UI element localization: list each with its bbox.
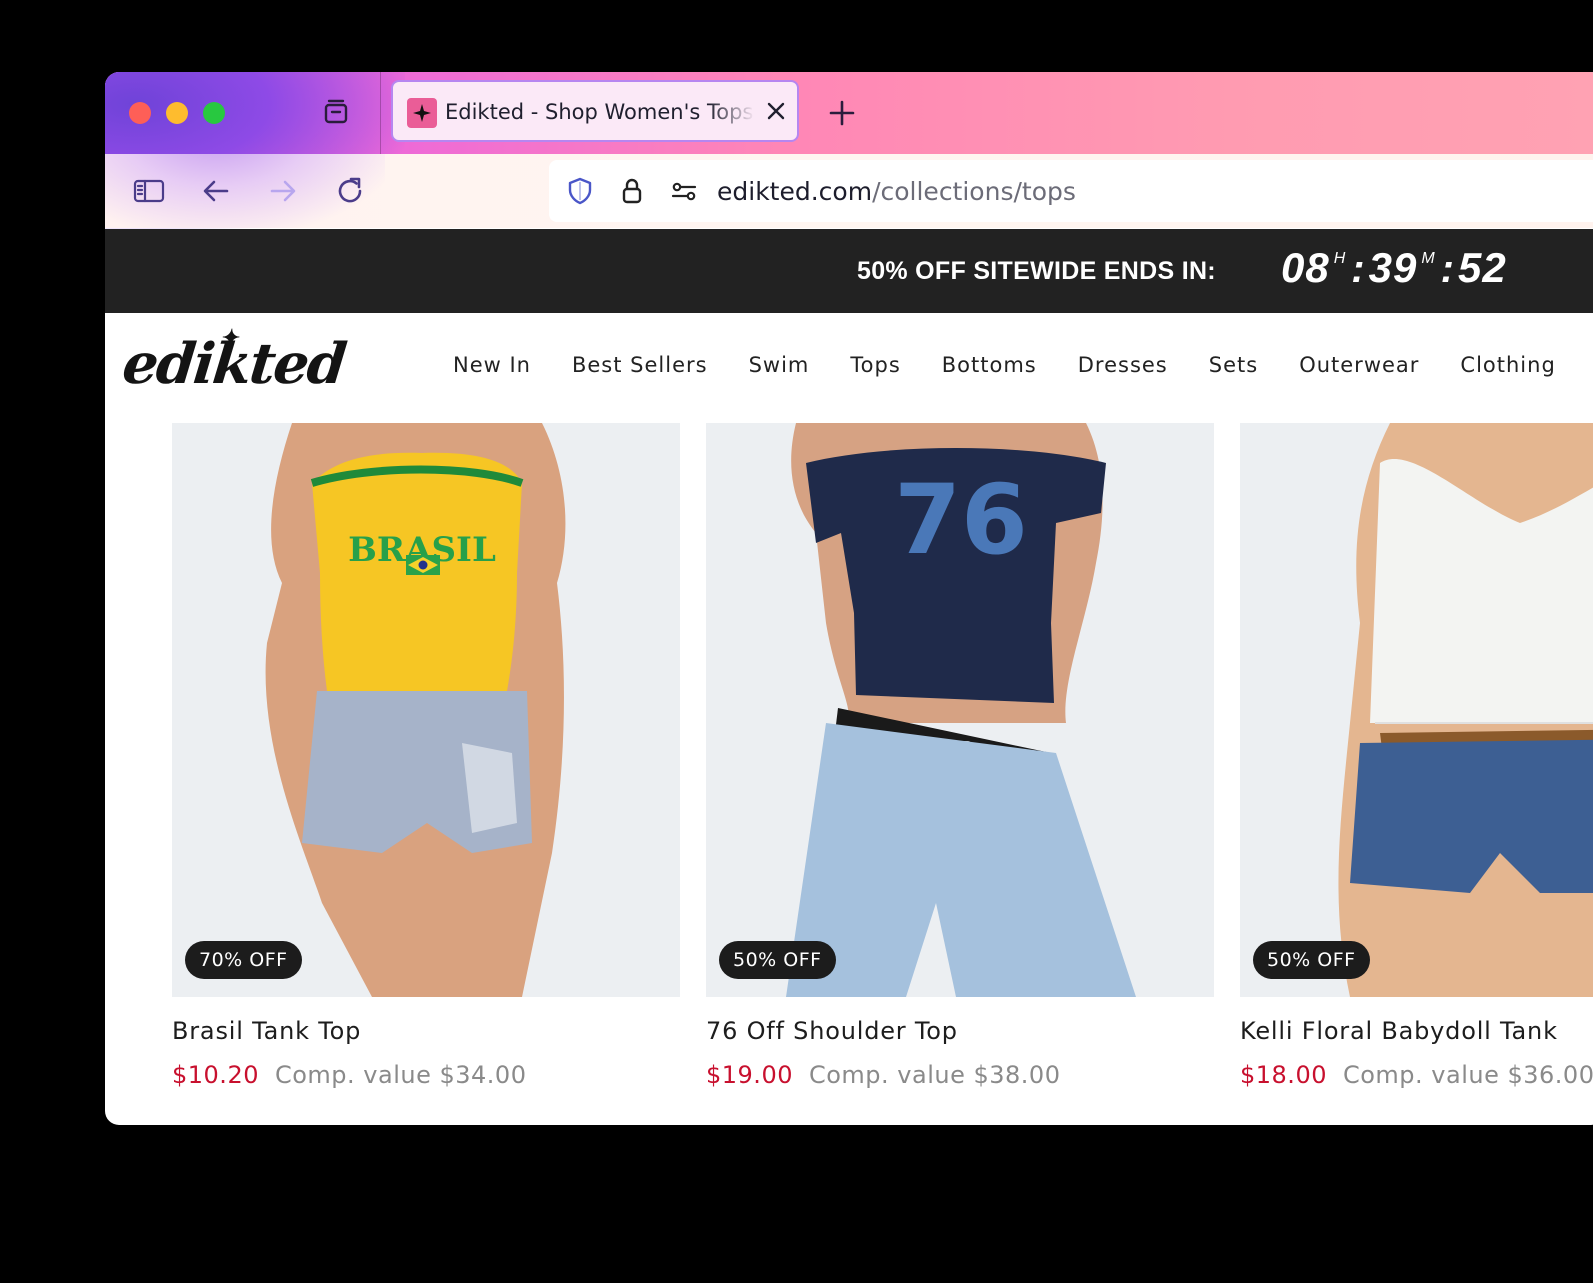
tab-edikted[interactable]: Edikted - Shop Women's Tops – Edikted <box>391 80 799 142</box>
tab-strip: Edikted - Shop Women's Tops – Edikted <box>105 72 1593 232</box>
sale-price: $19.00 <box>706 1061 793 1089</box>
url-host: edikted.com <box>717 177 873 206</box>
back-arrow-icon[interactable] <box>199 174 233 208</box>
sidebar-toggle-icon[interactable] <box>132 174 166 208</box>
lock-icon[interactable] <box>617 176 647 206</box>
model-illustration: BRASIL <box>265 423 566 997</box>
promo-banner[interactable]: 50% OFF SITEWIDE ENDS IN: 08 H:39 M:52 <box>105 229 1593 313</box>
product-name[interactable]: Brasil Tank Top <box>172 1017 361 1045</box>
main-nav: New In Best Sellers Swim Tops Bottoms Dr… <box>453 353 1593 377</box>
compare-price: Comp. value $38.00 <box>808 1061 1061 1089</box>
nav-sets[interactable]: Sets <box>1209 353 1258 377</box>
sale-price: $10.20 <box>172 1061 259 1089</box>
nav-swim[interactable]: Swim <box>749 353 810 377</box>
browser-window: Edikted - Shop Women's Tops – Edikted <box>105 72 1593 1125</box>
sale-price: $18.00 <box>1240 1061 1327 1089</box>
promo-text: 50% OFF SITEWIDE ENDS IN: <box>857 257 1216 285</box>
nav-best-sellers[interactable]: Best Sellers <box>572 353 708 377</box>
countdown-seconds: 52 <box>1457 244 1507 291</box>
edikted-logo[interactable]: edikted ✦ <box>120 325 348 397</box>
product-photo[interactable]: 76 50% OFF <box>706 423 1214 997</box>
price-row: $19.00 Comp. value $38.00 <box>706 1061 1060 1089</box>
product-name[interactable]: Kelli Floral Babydoll Tank <box>1240 1017 1558 1045</box>
model-illustration <box>1338 423 1593 997</box>
product-grid: BRASIL 70% OFF Brasil Tank Top $10.20 Com… <box>105 423 1593 1125</box>
discount-badge: 70% OFF <box>185 941 302 979</box>
price-row: $18.00 Comp. value $36.00 <box>1240 1061 1593 1089</box>
forward-arrow-icon[interactable] <box>266 174 300 208</box>
reload-icon[interactable] <box>333 174 367 208</box>
product-photo[interactable]: BRASIL 70% OFF <box>172 423 680 997</box>
countdown-timer: 08 H:39 M:52 <box>1281 244 1507 292</box>
browser-toolbar: edikted.com/collections/tops <box>105 154 1593 228</box>
product-name[interactable]: 76 Off Shoulder Top <box>706 1017 958 1045</box>
url-text[interactable]: edikted.com/collections/tops <box>717 177 1076 206</box>
close-tab-icon[interactable] <box>761 96 791 126</box>
wide-leg-jeans <box>786 723 1136 997</box>
logo-star-icon: ✦ <box>220 325 240 351</box>
compare-price: Comp. value $34.00 <box>274 1061 527 1089</box>
nav-dresses[interactable]: Dresses <box>1078 353 1168 377</box>
nav-clothing[interactable]: Clothing <box>1460 353 1555 377</box>
product-photo[interactable]: 50% OFF <box>1240 423 1593 997</box>
tab-divider <box>380 72 381 154</box>
minimize-window-button[interactable] <box>166 102 188 124</box>
countdown-separator: : <box>1440 247 1454 291</box>
new-tab-icon[interactable] <box>827 98 857 128</box>
discount-badge: 50% OFF <box>719 941 836 979</box>
edikted-favicon-icon <box>407 98 437 128</box>
countdown-separator: : <box>1351 247 1365 291</box>
tracking-shield-icon[interactable] <box>565 176 595 206</box>
site-permissions-icon[interactable] <box>669 176 699 206</box>
close-window-button[interactable] <box>129 102 151 124</box>
nav-bottoms[interactable]: Bottoms <box>942 353 1037 377</box>
discount-badge: 50% OFF <box>1253 941 1370 979</box>
countdown-hours: 08 <box>1281 244 1330 291</box>
site-header: edikted ✦ New In Best Sellers Swim Tops … <box>105 313 1593 423</box>
nav-new-in[interactable]: New In <box>453 353 531 377</box>
url-path: /collections/tops <box>872 177 1076 206</box>
tab-title: Edikted - Shop Women's Tops – Edikted <box>445 100 755 124</box>
countdown-minutes: 39 <box>1368 244 1418 291</box>
product-print-text: 76 <box>894 464 1028 576</box>
countdown-hours-unit: H <box>1333 250 1346 267</box>
model-illustration: 76 <box>786 423 1136 997</box>
countdown-minutes-unit: M <box>1421 250 1435 267</box>
zoom-window-button[interactable] <box>203 102 225 124</box>
tab-archive-icon[interactable] <box>321 98 351 128</box>
nav-outerwear[interactable]: Outerwear <box>1299 353 1419 377</box>
nav-tops[interactable]: Tops <box>850 353 900 377</box>
price-row: $10.20 Comp. value $34.00 <box>172 1061 526 1089</box>
denim-shorts <box>1350 739 1593 893</box>
address-bar[interactable]: edikted.com/collections/tops <box>549 160 1593 222</box>
compare-price: Comp. value $36.00 <box>1342 1061 1593 1089</box>
